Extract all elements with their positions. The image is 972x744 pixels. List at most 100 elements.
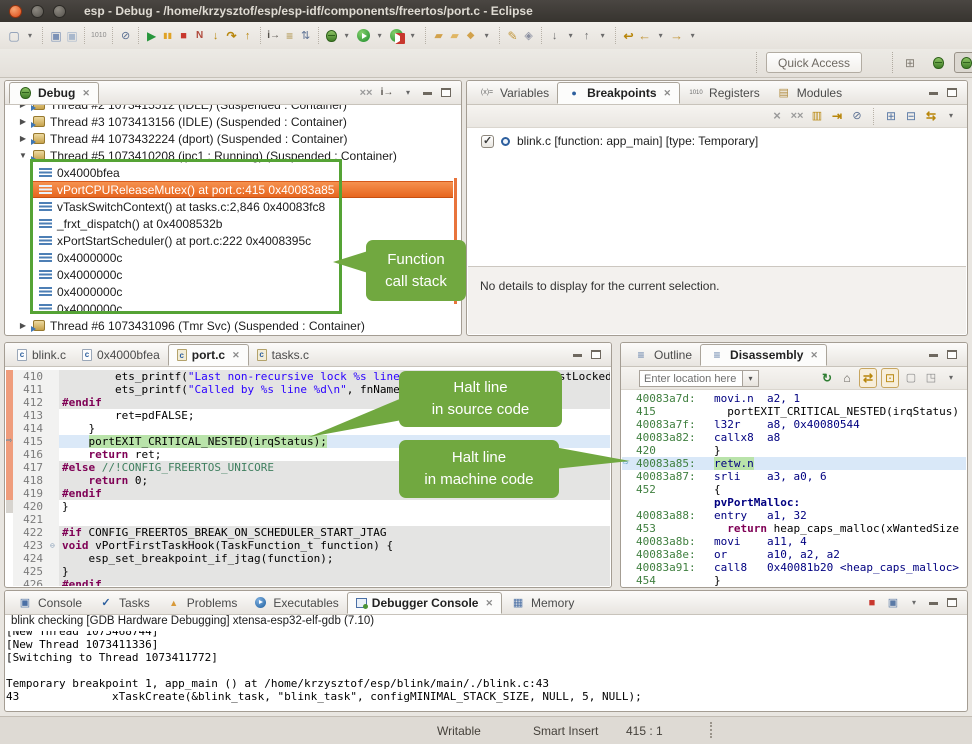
dd-icon[interactable]: ▾ <box>406 27 420 45</box>
refresh-icon[interactable]: ↻ <box>820 369 834 387</box>
window-minimize-button[interactable] <box>31 5 44 18</box>
tab-registers[interactable]: 1010Registers <box>680 82 768 104</box>
forward-icon[interactable]: → <box>670 27 684 45</box>
tree-expand-icon[interactable]: ▶ <box>18 321 28 330</box>
terminate-icon[interactable]: ■ <box>865 594 879 612</box>
thread-item[interactable]: ▶Thread #3 1073413156 (IDLE) (Suspended … <box>6 113 460 130</box>
quick-access-button[interactable]: Quick Access <box>766 52 862 73</box>
new-view-icon[interactable]: ▢ <box>904 369 918 387</box>
annotation-props-icon[interactable]: ◈ <box>522 27 536 45</box>
tab-executables[interactable]: Executables <box>245 592 346 614</box>
thread-item[interactable]: ▶Thread #2 1073415512 (IDLE) (Suspended … <box>6 105 460 113</box>
back-icon[interactable]: ← <box>638 27 652 45</box>
close-icon[interactable]: ✕ <box>82 88 90 99</box>
thread-item[interactable]: ▶Thread #6 1073431096 (Tmr Svc) (Suspend… <box>6 317 460 334</box>
dd-icon[interactable]: ▾ <box>480 27 494 45</box>
binary-view-icon[interactable]: 1010 <box>91 27 107 45</box>
close-icon[interactable]: ✕ <box>810 350 818 361</box>
stack-frame-item[interactable]: 0x4000bfea <box>39 164 460 181</box>
step-return-icon[interactable]: ↑ <box>241 27 255 45</box>
thread-item[interactable]: ▼Thread #5 1073410208 (ipc1 : Running) (… <box>6 147 460 164</box>
instruction-stepping-icon[interactable]: i→ <box>267 27 281 45</box>
dd-icon[interactable]: ▾ <box>23 27 37 45</box>
show-lines-icon[interactable]: ≡ <box>283 27 297 45</box>
suspend-icon[interactable]: ▮▮ <box>161 27 175 45</box>
tree-collapse-icon[interactable]: ▼ <box>18 151 28 160</box>
terminate-icon[interactable]: ■ <box>177 27 191 45</box>
maximize-icon[interactable] <box>441 88 451 97</box>
save-all-icon[interactable]: ▣ <box>65 27 79 45</box>
tab-console[interactable]: ▣Console <box>9 592 90 614</box>
show-source-icon[interactable]: ⊡ <box>883 369 897 387</box>
maximize-icon[interactable] <box>591 350 601 359</box>
perspective-cpp-perspective[interactable] <box>926 52 950 73</box>
link-debug-icon[interactable]: ⇆ <box>924 107 938 125</box>
pin-icon[interactable]: ◳ <box>924 369 938 387</box>
tree-expand-icon[interactable]: ▶ <box>18 105 28 109</box>
debug-bug-icon[interactable] <box>326 30 337 42</box>
stack-frame-item[interactable]: vTaskSwitchContext() at tasks.c:2,846 0x… <box>39 198 460 215</box>
tree-expand-icon[interactable]: ▶ <box>18 134 28 143</box>
view-menu-icon[interactable]: ▾ <box>944 369 958 387</box>
mark-pointer-icon[interactable]: ⊘ <box>119 27 133 45</box>
stack-frame-item[interactable]: 0x4000000c <box>39 300 460 317</box>
minimize-icon[interactable] <box>573 350 582 360</box>
disconnect-icon[interactable]: N <box>193 27 207 45</box>
tab-problems[interactable]: ▲Problems <box>158 592 246 614</box>
close-icon[interactable]: ✕ <box>485 598 493 609</box>
dd-icon[interactable]: ▾ <box>907 594 921 612</box>
tab-debugger-console[interactable]: Debugger Console✕ <box>347 592 502 614</box>
remove-all-icon[interactable]: ×× <box>790 107 804 125</box>
dd-icon[interactable]: ▾ <box>654 27 668 45</box>
step-into-icon[interactable]: ↓ <box>209 27 223 45</box>
dd-icon[interactable]: ▾ <box>596 27 610 45</box>
sync-icon[interactable]: ⇄ <box>861 369 875 387</box>
resume-icon[interactable]: ▶ <box>145 27 159 45</box>
goto-file-icon[interactable]: ⇥ <box>830 107 844 125</box>
close-icon[interactable]: ✕ <box>232 350 240 361</box>
dd-icon[interactable]: ▾ <box>373 27 387 45</box>
minimize-icon[interactable] <box>929 88 938 98</box>
tab-debug[interactable]: Debug ✕ <box>9 82 99 104</box>
dd-icon[interactable]: ▾ <box>686 27 700 45</box>
tab-breakpoints[interactable]: ●Breakpoints✕ <box>557 82 680 104</box>
instruction-stepping-icon[interactable]: i→ <box>380 84 394 102</box>
window-maximize-button[interactable] <box>53 5 66 18</box>
perspective-debug-perspective[interactable] <box>954 52 972 73</box>
profile-icon[interactable] <box>390 29 403 42</box>
maximize-icon[interactable] <box>947 88 957 97</box>
stack-frame-item[interactable]: vPortCPUReleaseMutex() at port.c:415 0x4… <box>32 181 453 198</box>
dd-icon[interactable]: ▾ <box>340 27 354 45</box>
tab-outline[interactable]: ≡Outline <box>625 344 700 366</box>
fold-icon[interactable]: ⊖ <box>50 539 59 552</box>
tab-0x4000bfea[interactable]: c0x4000bfea <box>74 344 168 366</box>
maximize-icon[interactable] <box>947 350 957 359</box>
tab-memory[interactable]: ▦Memory <box>502 592 582 614</box>
tree-expand-icon[interactable]: ▶ <box>18 117 28 126</box>
remove-icon[interactable]: × <box>770 107 784 125</box>
filter-icon[interactable]: ▥ <box>810 107 824 125</box>
remove-all-terminated-icon[interactable]: ×× <box>359 84 373 102</box>
open-folder-icon[interactable]: ▰ <box>432 27 446 45</box>
location-combo[interactable]: Enter location here ▾ <box>639 370 759 387</box>
mark-occurrences-icon[interactable]: ✎ <box>506 27 520 45</box>
tab-modules[interactable]: ▤Modules <box>768 82 850 104</box>
breakpoint-checkbox[interactable] <box>481 135 494 148</box>
prev-annotation-icon[interactable]: ↑ <box>580 27 594 45</box>
save-icon[interactable]: ▣ <box>49 27 63 45</box>
view-menu-icon[interactable]: ▾ <box>401 84 415 102</box>
minimize-icon[interactable] <box>423 88 432 98</box>
location-input[interactable]: Enter location here <box>639 370 743 387</box>
home-icon[interactable]: ⌂ <box>840 369 854 387</box>
minimize-icon[interactable] <box>929 598 938 608</box>
flashlight-icon[interactable]: ◆ <box>464 27 478 45</box>
tab-blink-c[interactable]: cblink.c <box>9 344 74 366</box>
thread-item[interactable]: ▶Thread #4 1073432224 (dport) (Suspended… <box>6 130 460 147</box>
collapse-all-icon[interactable]: ⊟ <box>904 107 918 125</box>
window-close-button[interactable] <box>9 5 22 18</box>
expand-all-icon[interactable]: ⊞ <box>884 107 898 125</box>
tab-tasks[interactable]: ✓Tasks <box>90 592 158 614</box>
last-edit-icon[interactable]: ↩ <box>622 27 636 45</box>
skip-all-icon[interactable]: ⊘ <box>850 107 864 125</box>
tab-disassembly[interactable]: ≡Disassembly✕ <box>700 344 827 366</box>
